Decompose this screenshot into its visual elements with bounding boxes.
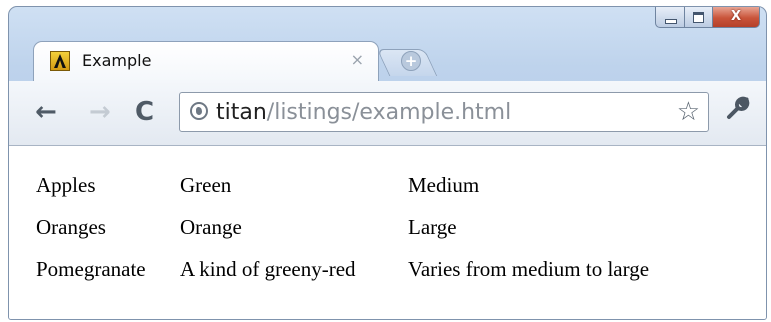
close-icon: X <box>730 9 742 24</box>
cell-name: Pomegranate <box>36 257 146 281</box>
close-window-button[interactable]: X <box>713 7 760 28</box>
browser-window: X Example × + ← → C titan/listings/examp… <box>8 6 767 320</box>
maximize-button[interactable] <box>685 7 713 28</box>
cell-size: Medium <box>408 173 480 197</box>
cell-name: Oranges <box>36 215 106 239</box>
plus-icon[interactable]: + <box>401 51 421 71</box>
favicon-icon <box>50 51 70 71</box>
address-bar[interactable]: titan/listings/example.html ☆ <box>179 92 709 132</box>
window-controls: X <box>655 7 760 28</box>
forward-icon[interactable]: → <box>89 99 111 125</box>
url-host: titan <box>216 100 267 125</box>
page-content: Apples Green Medium Oranges Orange Large… <box>9 146 766 319</box>
wrench-icon-svg <box>727 96 750 119</box>
tab-title: Example <box>82 51 152 70</box>
cell-name: Apples <box>36 173 96 197</box>
cell-color: Orange <box>180 215 242 239</box>
cell-size: Large <box>408 215 457 239</box>
fruit-table: Apples Green Medium Oranges Orange Large… <box>36 173 651 299</box>
tab-example[interactable]: Example × <box>33 41 379 82</box>
cell-color: A kind of greeny-red <box>180 257 356 281</box>
toolbar: ← → C titan/listings/example.html ☆ <box>9 81 766 146</box>
reload-icon[interactable]: C <box>135 99 154 125</box>
cell-size: Varies from medium to large <box>408 257 650 281</box>
url-path: /listings/example.html <box>266 100 512 125</box>
cell-color: Green <box>180 173 232 197</box>
back-icon[interactable]: ← <box>35 99 57 125</box>
minimize-button[interactable] <box>655 7 685 28</box>
tab-close-icon[interactable]: × <box>351 50 364 69</box>
url-text[interactable]: titan/listings/example.html <box>216 100 511 126</box>
table-row: Oranges Orange Large <box>36 215 651 257</box>
wrench-icon[interactable] <box>725 95 751 128</box>
globe-icon <box>190 102 208 120</box>
table-row: Apples Green Medium <box>36 173 651 215</box>
bookmark-star-icon[interactable]: ☆ <box>677 98 700 126</box>
table-row: Pomegranate A kind of greeny-red Varies … <box>36 257 651 299</box>
